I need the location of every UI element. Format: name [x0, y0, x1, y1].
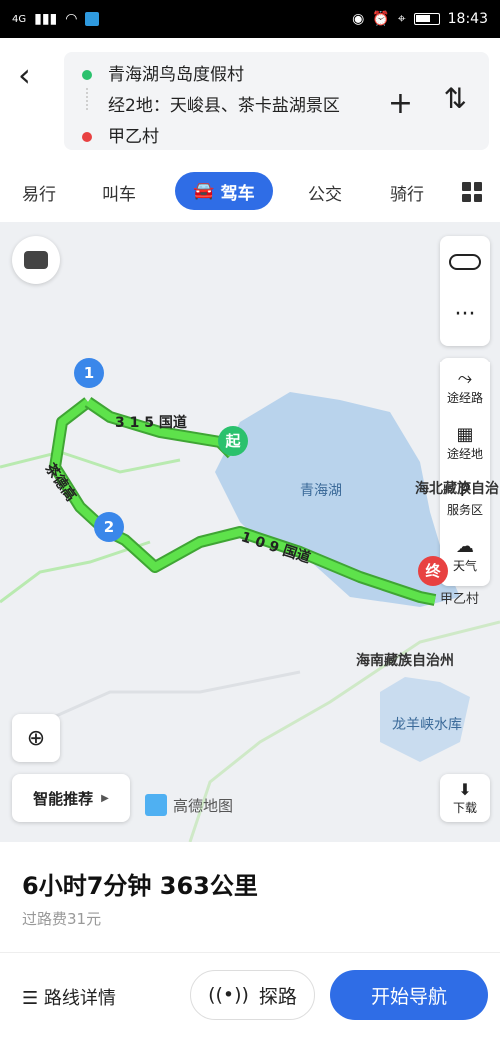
landmark-tool-label: 途经地 — [446, 447, 483, 461]
waypoint-1-marker[interactable]: 1 — [74, 358, 104, 388]
status-bar: 4G ▮▮▮ ◠ ◉ ⏰ ⌖ 18:43 — [0, 0, 500, 38]
route-tool-button[interactable]: ⤳ 途经路 — [440, 362, 490, 406]
lake-label: 青海湖 — [300, 483, 342, 499]
start-label: 开始导航 — [370, 985, 447, 1008]
add-waypoint-icon[interactable]: + — [388, 86, 413, 121]
bg-road-2 — [0, 540, 151, 604]
route-detail-label: 路线详情 — [43, 988, 116, 1009]
traffic-icon[interactable] — [449, 254, 481, 270]
more-modes-icon[interactable] — [462, 182, 482, 202]
bg-road-1 — [0, 450, 181, 474]
via-text: 经2地：天峻县、茶卡盐湖景区 — [108, 96, 340, 116]
battery-icon — [413, 13, 440, 25]
landmark-icon: ▦ — [456, 424, 474, 445]
play-icon: ▶ — [101, 792, 109, 804]
start-navigation-button[interactable]: 开始导航 — [330, 970, 488, 1020]
cloud-icon: ☁ — [456, 536, 474, 557]
location-icon: ⌖ — [397, 11, 406, 27]
clock: 18:43 — [447, 11, 488, 27]
route-connector — [86, 88, 88, 110]
origin-row[interactable]: 青海湖鸟岛度假村 — [82, 60, 244, 85]
divider — [0, 952, 500, 953]
probe-button[interactable]: ((•)) 探路 — [190, 970, 315, 1020]
eta-text: 6小时7分钟 363公里 — [22, 872, 258, 900]
radar-icon: ((•)) — [208, 984, 249, 1006]
start-marker[interactable]: 起 — [218, 426, 248, 456]
recommend-label: 智能推荐 — [33, 789, 94, 808]
end-marker[interactable]: 终 — [418, 556, 448, 586]
traffic-panel: ··· — [440, 236, 490, 346]
waypoint-2-marker[interactable]: 2 — [94, 512, 124, 542]
message-button[interactable] — [12, 236, 60, 284]
swap-icon[interactable]: ⇅ — [444, 82, 467, 115]
message-icon — [24, 251, 48, 269]
place-reservoir: 龙羊峡水库 — [392, 717, 462, 733]
alarm-icon: ⏰ — [372, 11, 390, 27]
route-input-box: 青海湖鸟岛度假村 经2地：天峻县、茶卡盐湖景区 甲乙村 + ⇅ — [64, 52, 489, 150]
bg-road-4 — [19, 670, 301, 734]
place-hainan: 海南藏族自治州 — [356, 653, 454, 669]
download-button[interactable]: ⬇ 下载 — [440, 774, 490, 822]
tools-panel: ⤳ 途经路 ▦ 途经地 P 服务区 ☁ 天气 — [440, 358, 490, 586]
service-tool-label: 服务区 — [446, 503, 483, 517]
road-label-315: 3 1 5 国道 — [115, 415, 187, 431]
more-icon[interactable]: ··· — [440, 302, 490, 327]
route-icon: ⤳ — [457, 368, 473, 389]
destination-dot-icon — [82, 132, 92, 142]
tab-bike[interactable]: 骑行 — [390, 180, 424, 205]
destination-text: 甲乙村 — [108, 127, 159, 147]
tab-taxi[interactable]: 叫车 — [102, 180, 136, 205]
place-haibei: 海北藏族自治 — [415, 481, 499, 497]
status-left: 4G ▮▮▮ ◠ — [12, 11, 100, 27]
route-tool-label: 途经路 — [446, 391, 483, 405]
app-icon — [85, 12, 100, 26]
route-header: ‹ 青海湖鸟岛度假村 经2地：天峻县、茶卡盐湖景区 甲乙村 + ⇅ — [0, 38, 500, 158]
map-view[interactable]: ··· ⤳ 途经路 ▦ 途经地 P 服务区 ☁ 天气 1 2 起 终 3 1 5 国道 … — [0, 222, 500, 842]
brand-text: 高德地图 — [173, 796, 234, 815]
download-label: 下载 — [452, 801, 477, 815]
probe-label: 探路 — [258, 985, 297, 1008]
route-summary-sheet: 6小时7分钟 363公里 过路费31元 ☰ 路线详情 ((•)) 探路 开始导航 — [0, 842, 500, 1037]
landmark-tool-button[interactable]: ▦ 途经地 — [440, 418, 490, 462]
locate-button[interactable]: ⊕ — [12, 714, 60, 762]
car-icon: 🚘 — [193, 181, 215, 201]
mode-tabs: 易行 叫车 🚘 驾车 公交 骑行 — [0, 168, 500, 216]
eye-icon: ◉ — [352, 11, 365, 27]
origin-dot-icon — [82, 70, 92, 80]
tab-drive-label: 驾车 — [220, 183, 255, 204]
brand-logo: 高德地图 — [145, 794, 233, 816]
status-right: ◉ ⏰ ⌖ 18:43 — [352, 11, 488, 27]
via-row[interactable]: 经2地：天峻县、茶卡盐湖景区 — [108, 91, 340, 116]
signal-icon: ▮▮▮ — [34, 11, 58, 27]
back-icon[interactable]: ‹ — [18, 56, 31, 94]
toll-text: 过路费31元 — [22, 910, 102, 928]
destination-row[interactable]: 甲乙村 — [82, 122, 159, 147]
download-icon: ⬇ — [458, 780, 472, 799]
route-detail-button[interactable]: ☰ 路线详情 — [22, 984, 116, 1010]
weather-tool-label: 天气 — [452, 559, 477, 573]
wifi-icon: ◠ — [65, 11, 78, 27]
tab-drive[interactable]: 🚘 驾车 — [175, 172, 273, 210]
list-icon: ☰ — [22, 988, 39, 1009]
recommend-button[interactable]: 智能推荐 ▶ — [12, 774, 130, 822]
tab-transit[interactable]: 公交 — [308, 180, 342, 205]
place-destination: 甲乙村 — [440, 592, 480, 607]
locate-icon: ⊕ — [26, 725, 46, 751]
tab-yixing[interactable]: 易行 — [22, 180, 56, 205]
origin-text: 青海湖鸟岛度假村 — [108, 65, 244, 85]
network-label: 4G — [12, 13, 27, 25]
amap-icon — [145, 794, 167, 816]
